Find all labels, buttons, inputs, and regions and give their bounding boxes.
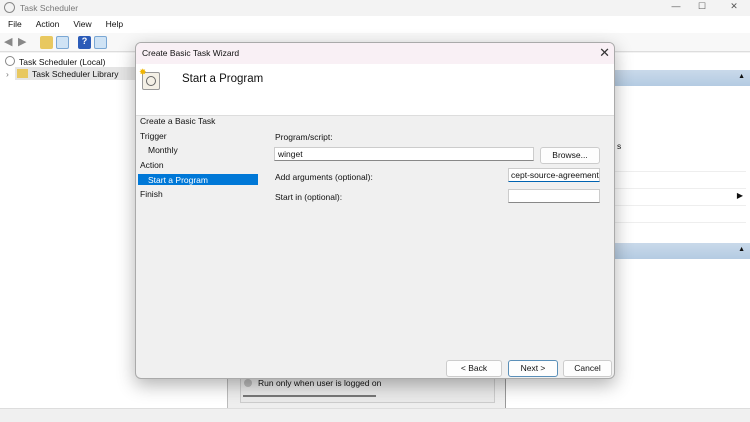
step-start-a-program: Start a Program <box>138 174 258 185</box>
menu-bar: File Action View Help <box>0 16 750 33</box>
step-trigger: Trigger <box>140 131 167 141</box>
folder-icon <box>17 69 28 78</box>
submenu-arrow-icon[interactable]: ▶ <box>737 191 743 200</box>
step-create-basic-task: Create a Basic Task <box>140 116 216 126</box>
menu-view[interactable]: View <box>73 19 91 30</box>
start-in-label: Start in (optional): <box>275 192 343 202</box>
back-arrow-icon[interactable]: ◀ <box>4 35 12 48</box>
step-action: Action <box>140 160 164 170</box>
star-icon: ✸ <box>139 67 147 77</box>
maximize-button[interactable]: ☐ <box>690 1 714 14</box>
page-heading: Start a Program <box>182 73 264 85</box>
menu-file[interactable]: File <box>8 19 22 30</box>
program-script-input[interactable]: winget <box>274 147 534 161</box>
close-icon[interactable]: ✕ <box>599 45 610 61</box>
title-bar: Task Scheduler — ☐ ✕ <box>0 0 750 16</box>
step-monthly: Monthly <box>148 145 178 155</box>
action-pane-icon[interactable] <box>94 36 107 49</box>
close-window-button[interactable]: ✕ <box>722 1 746 14</box>
start-in-input[interactable] <box>508 189 600 203</box>
arguments-label: Add arguments (optional): <box>275 172 373 182</box>
chevron-right-icon[interactable]: › <box>6 69 9 79</box>
menu-help[interactable]: Help <box>106 19 123 30</box>
window-title: Task Scheduler <box>20 3 79 13</box>
folder-up-icon[interactable] <box>40 36 53 49</box>
tree-item-library[interactable]: Task Scheduler Library <box>15 67 143 80</box>
tree-item-local[interactable]: Task Scheduler (Local) <box>19 57 105 67</box>
arguments-input[interactable]: cept-source-agreements <box>508 168 600 182</box>
dialog-header: ✸ Start a Program <box>136 64 614 116</box>
next-button[interactable]: Next > <box>508 360 558 377</box>
back-button[interactable]: < Back <box>446 360 502 377</box>
menu-action[interactable]: Action <box>36 19 60 30</box>
run-only-logged-on-option[interactable]: Run only when user is logged on <box>258 378 381 388</box>
clock-icon <box>5 56 15 66</box>
show-hide-tree-icon[interactable] <box>56 36 69 49</box>
help-icon[interactable]: ? <box>78 36 91 49</box>
step-finish: Finish <box>140 189 163 199</box>
browse-button[interactable]: Browse... <box>540 147 600 164</box>
status-bar <box>0 408 750 422</box>
forward-arrow-icon[interactable]: ▶ <box>18 35 26 48</box>
create-basic-task-wizard: Create Basic Task Wizard ✕ ✸ Start a Pro… <box>135 42 615 379</box>
minimize-button[interactable]: — <box>664 1 688 14</box>
dialog-title: Create Basic Task Wizard <box>142 48 240 58</box>
cancel-button[interactable]: Cancel <box>563 360 612 377</box>
radio-button[interactable] <box>244 379 252 387</box>
program-script-label: Program/script: <box>275 132 333 142</box>
dialog-title-bar: Create Basic Task Wizard ✕ <box>136 43 614 64</box>
clock-icon <box>4 2 15 13</box>
